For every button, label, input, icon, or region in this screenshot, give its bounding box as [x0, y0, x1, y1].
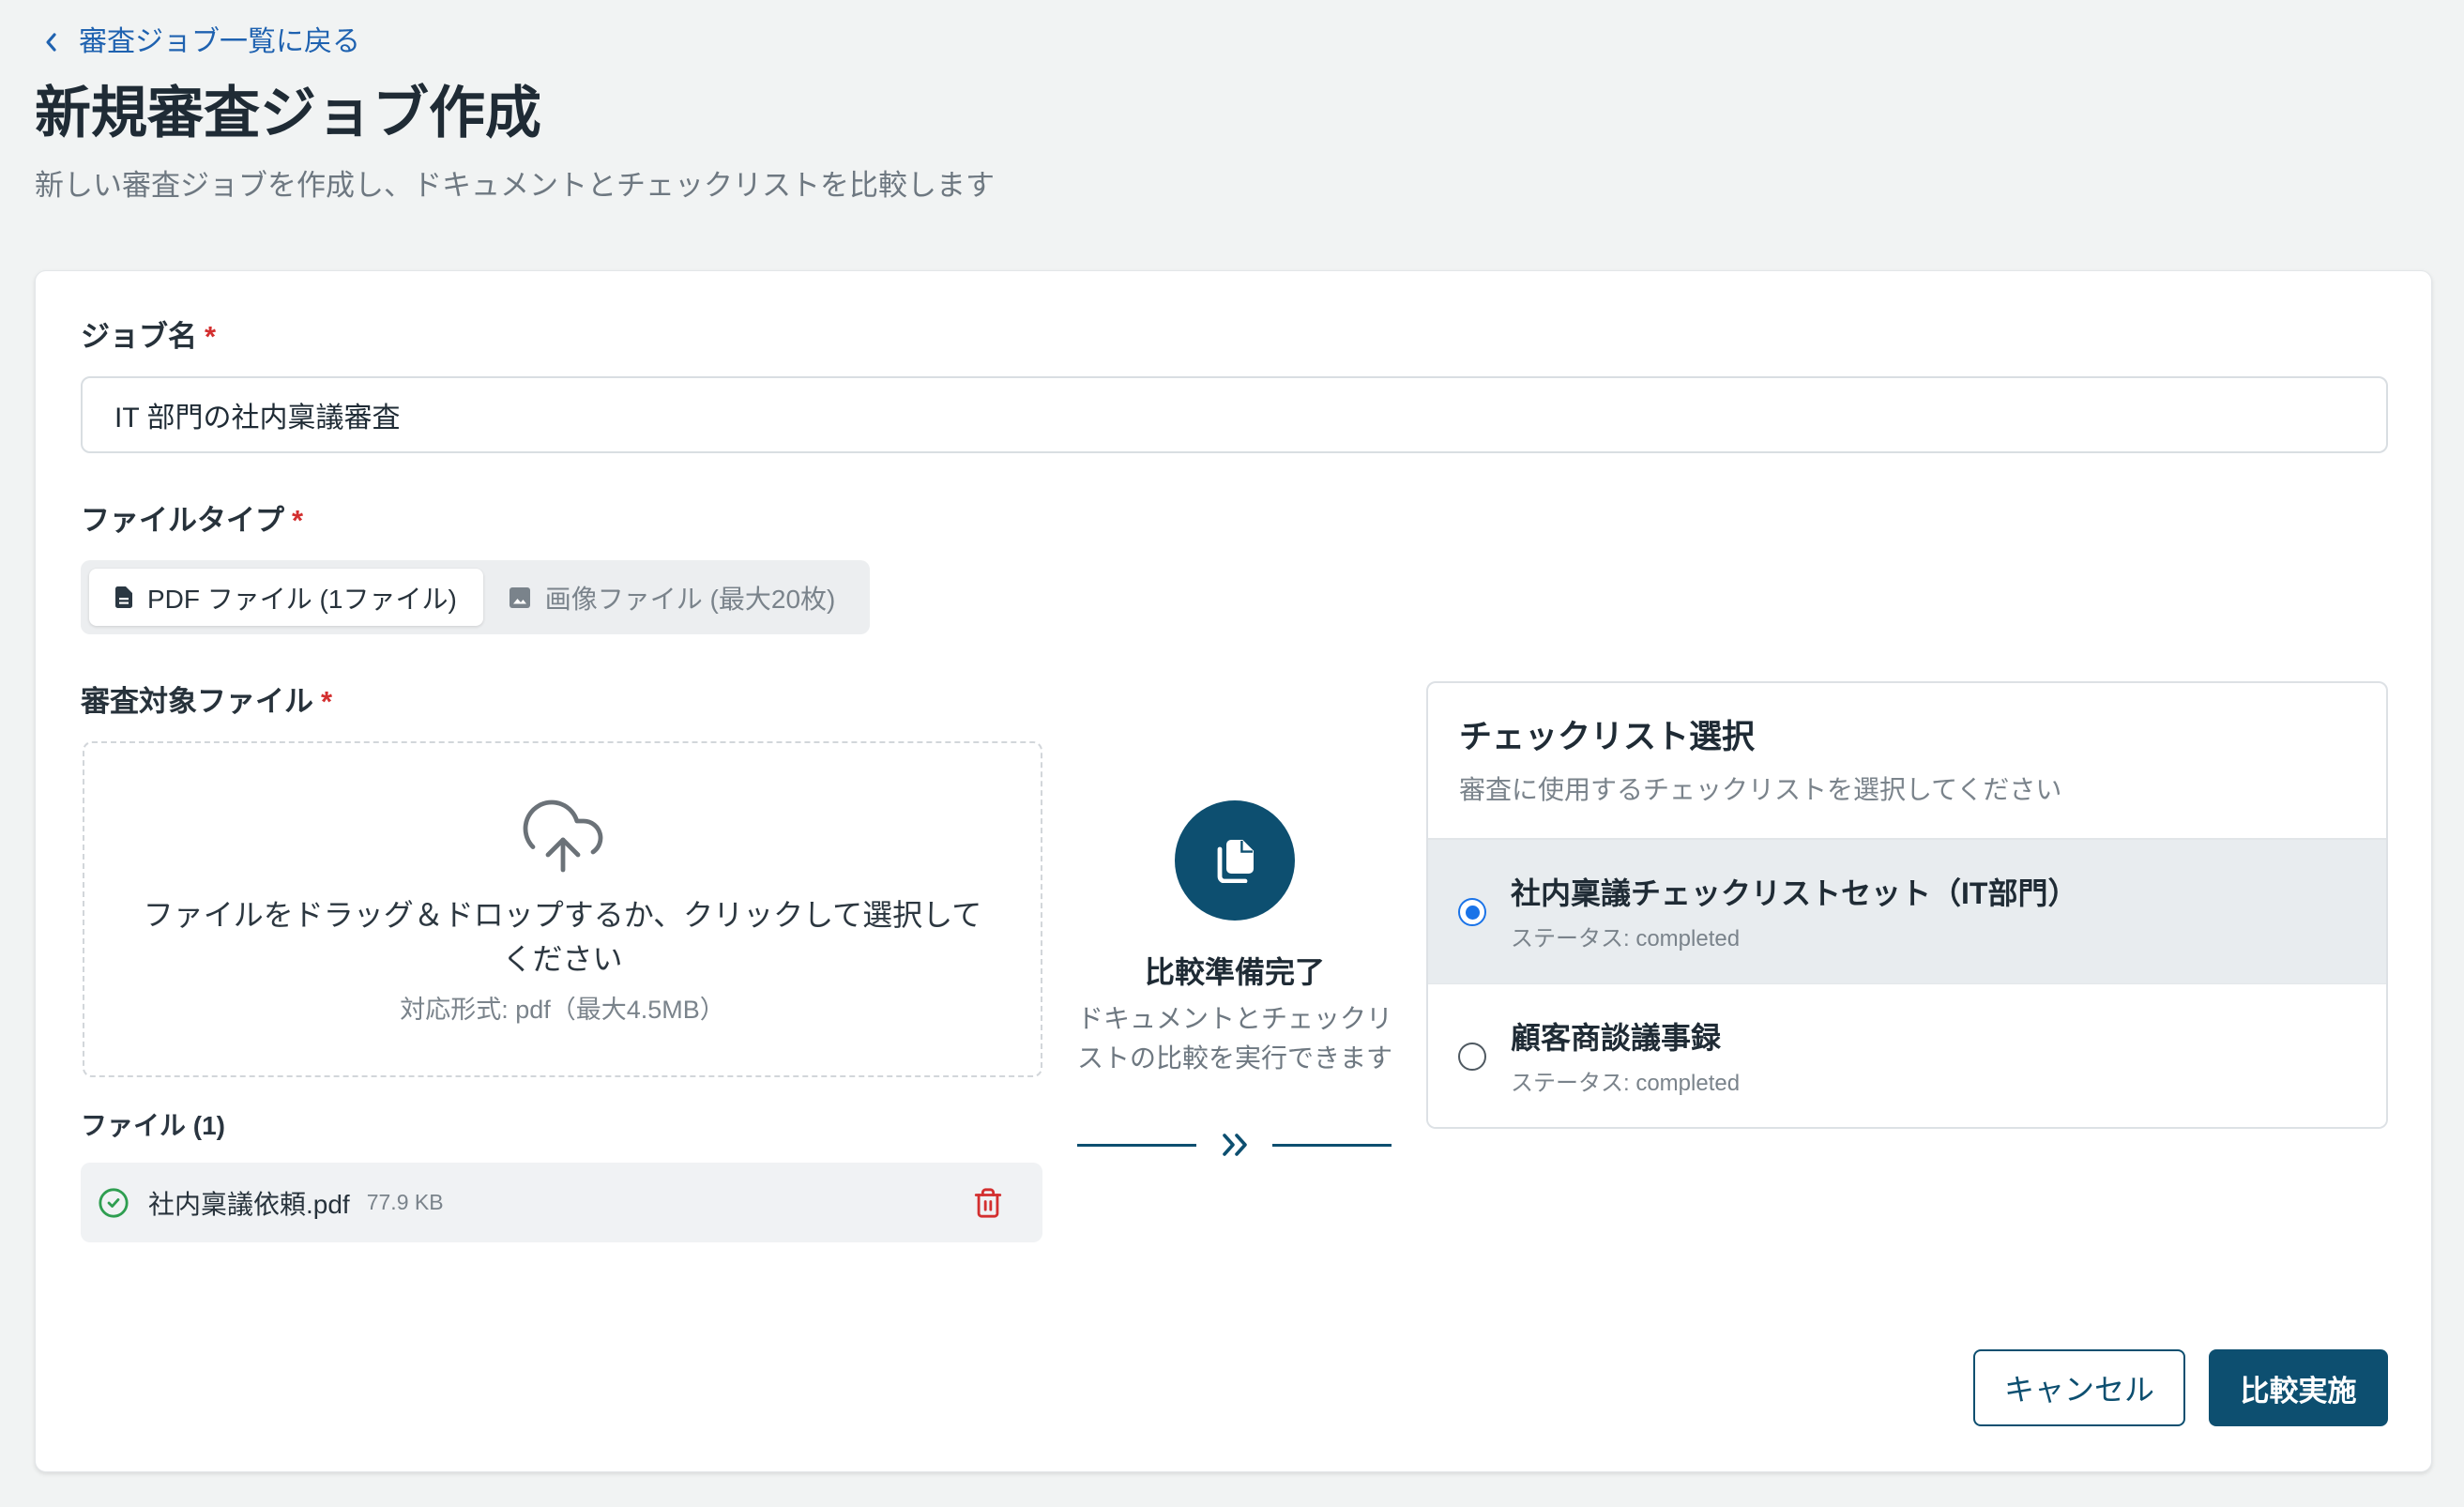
checklist-panel: チェックリスト選択 審査に使用するチェックリストを選択してください 社内稟議チェ…	[1426, 681, 2388, 1129]
page: 審査ジョブ一覧に戻る 新規審査ジョブ作成 新しい審査ジョブを作成し、ドキュメント…	[0, 0, 2464, 1507]
target-file-label-text: 審査対象ファイル	[81, 685, 313, 718]
file-name: 社内稟議依頼.pdf	[148, 1189, 350, 1219]
dropzone-instruction: ファイルをドラッグ＆ドロップするか、クリックして選択してください	[143, 898, 982, 976]
radio-button[interactable]	[1458, 898, 1486, 926]
file-type-label-text: ファイルタイプ	[81, 504, 284, 537]
document-icon	[115, 586, 132, 608]
checklist-item-name: 社内稟議チェックリストセット（IT部門）	[1511, 876, 2078, 910]
file-type-option-image[interactable]: 画像ファイル (最大20枚)	[483, 569, 862, 626]
file-type-option-label: 画像ファイル (最大20枚)	[544, 584, 836, 614]
job-name-input[interactable]	[81, 376, 2388, 453]
job-name-label: ジョブ名 *	[81, 318, 216, 356]
file-type-option-label: PDF ファイル (1ファイル)	[147, 584, 457, 614]
checklist-subtitle: 審査に使用するチェックリストを選択してください	[1459, 775, 2062, 804]
checklist-item[interactable]: 社内稟議チェックリストセット（IT部門） ステータス: completed	[1428, 840, 2386, 983]
cloud-upload-icon	[523, 799, 602, 873]
form-card: ジョブ名* ファイルタイプ* PDF ファイル (1ファイル) 画像ファイル (…	[35, 270, 2432, 1472]
compare-submit-button[interactable]: 比較実施	[2209, 1349, 2388, 1426]
file-dropzone[interactable]: ファイルをドラッグ＆ドロップするか、クリックして選択してください 対応形式: p…	[83, 741, 1042, 1077]
image-icon	[509, 586, 530, 608]
compare-status-description: ドキュメントとチェックリストの比較を実行できます	[1076, 1004, 1392, 1073]
connector-line-right	[1272, 1144, 1392, 1147]
connector-line-left	[1077, 1144, 1196, 1147]
checklist-item[interactable]: 顧客商談議事録 ステータス: completed	[1428, 983, 2386, 1127]
checklist-header: チェックリスト選択 審査に使用するチェックリストを選択してください	[1428, 683, 2386, 840]
required-mark: *	[292, 504, 304, 537]
page-subtitle: 新しい審査ジョブを作成し、ドキュメントとチェックリストを比較します	[35, 169, 995, 202]
page-title: 新規審査ジョブ作成	[35, 82, 541, 145]
required-mark: *	[321, 685, 333, 718]
file-type-label: ファイルタイプ *	[81, 502, 303, 540]
files-heading: ファイル (1)	[81, 1111, 226, 1140]
job-name-label-text: ジョブ名	[81, 320, 197, 353]
target-file-label: 審査対象ファイル *	[81, 683, 332, 721]
radio-button[interactable]	[1458, 1043, 1486, 1071]
double-chevron-right-icon	[1223, 1134, 1247, 1156]
compare-status-title: 比較準備完了	[1144, 955, 1325, 989]
required-mark: *	[205, 320, 217, 353]
back-link-label: 審査ジョブ一覧に戻る	[79, 26, 360, 57]
file-list-item: 社内稟議依頼.pdf 77.9 KB	[81, 1163, 1042, 1242]
chevron-left-icon	[46, 33, 56, 52]
checklist-item-name: 顧客商談議事録	[1511, 1021, 1722, 1055]
delete-file-button[interactable]	[972, 1187, 1004, 1219]
file-type-option-pdf[interactable]: PDF ファイル (1ファイル)	[89, 569, 483, 626]
dropzone-formats: 対応形式: pdf（最大4.5MB）	[400, 996, 725, 1024]
trash-icon[interactable]	[972, 1187, 1004, 1219]
file-type-segmented-control: PDF ファイル (1ファイル) 画像ファイル (最大20枚)	[81, 560, 871, 634]
cancel-button[interactable]: キャンセル	[1973, 1349, 2185, 1426]
file-size: 77.9 KB	[366, 1190, 444, 1214]
check-circle-icon	[99, 1187, 129, 1218]
checklist-title: チェックリスト選択	[1459, 719, 1756, 755]
back-link[interactable]: 審査ジョブ一覧に戻る	[44, 23, 360, 61]
copy-icon	[1217, 840, 1254, 883]
checklist-item-status: ステータス: completed	[1511, 1071, 1741, 1096]
compare-status-badge	[1175, 800, 1295, 921]
checklist-item-status: ステータス: completed	[1511, 926, 1741, 951]
